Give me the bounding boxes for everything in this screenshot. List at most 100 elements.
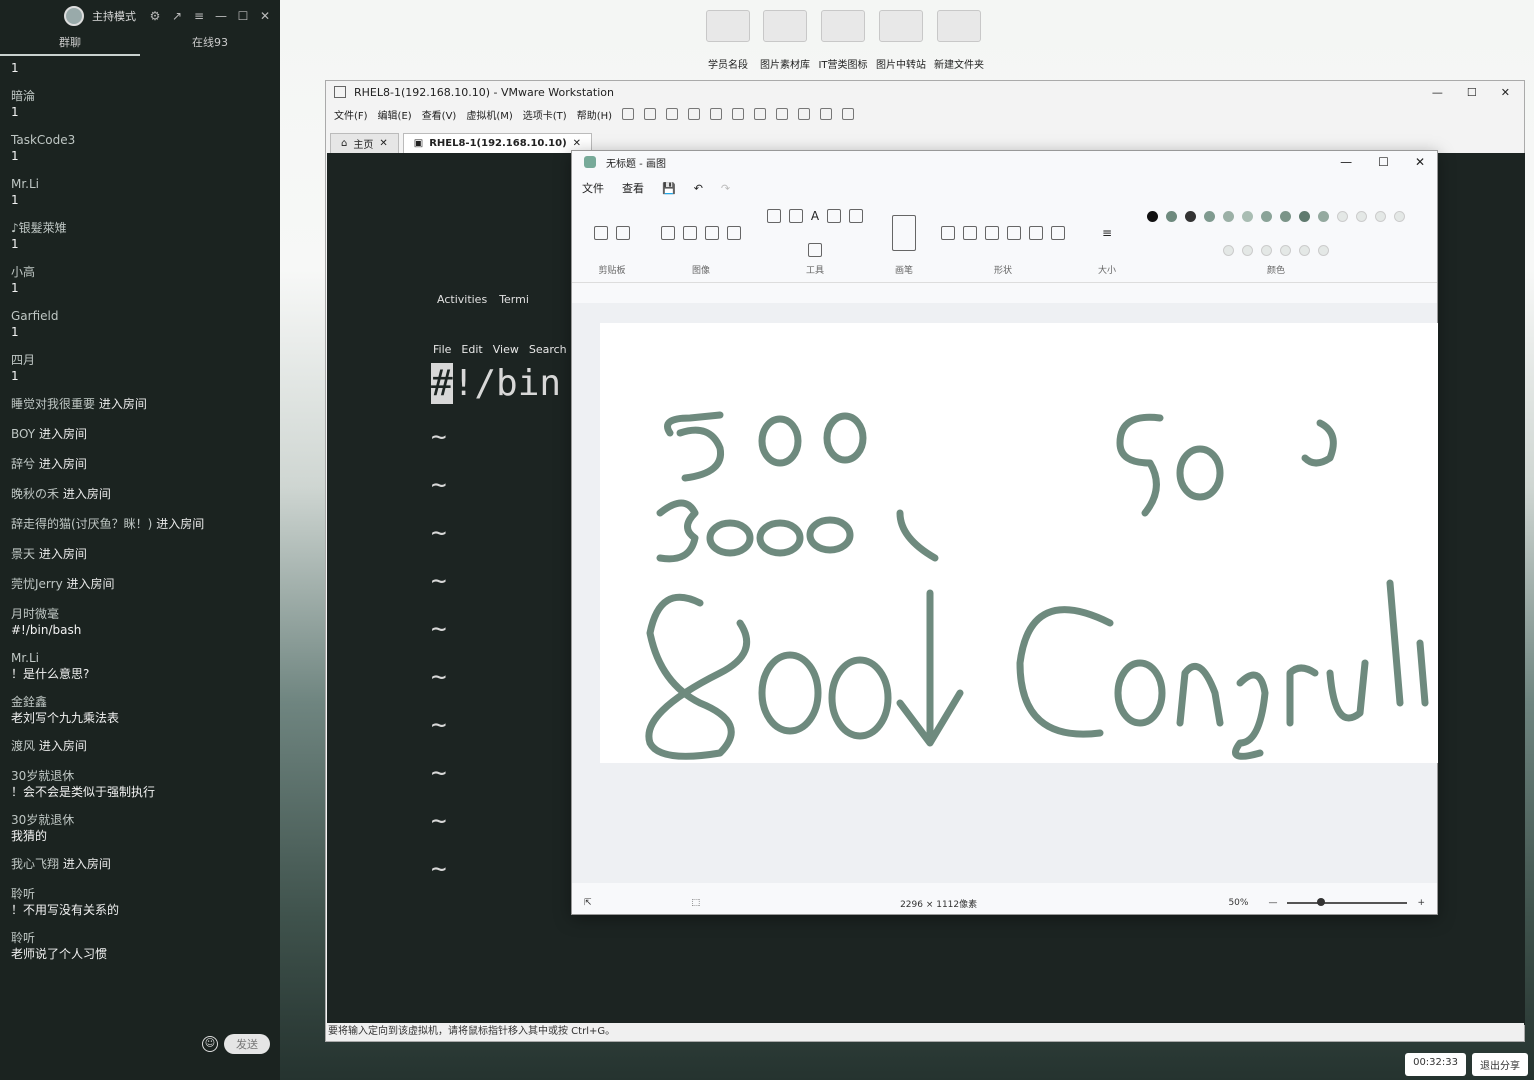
color-swatch[interactable] xyxy=(1261,210,1272,222)
color-swatch-empty[interactable] xyxy=(1356,210,1367,222)
color-swatch-empty[interactable] xyxy=(1223,244,1234,256)
minimize-icon[interactable]: — xyxy=(214,9,228,23)
text-tool-icon[interactable]: A xyxy=(811,209,819,223)
diamond-shape-icon[interactable] xyxy=(1029,226,1043,240)
color-swatch[interactable] xyxy=(1147,210,1158,222)
close-icon[interactable]: ✕ xyxy=(1501,86,1510,99)
color-swatch[interactable] xyxy=(1185,210,1196,222)
paint-ribbon: 剪贴板 图像 A 工具 画笔 形状 ≡ 大小 颜色 xyxy=(572,203,1437,283)
color-swatch[interactable] xyxy=(1223,210,1234,222)
menu-file[interactable]: 文件(F) xyxy=(334,107,368,122)
crop-icon[interactable] xyxy=(683,226,697,240)
color-swatch-empty[interactable] xyxy=(1375,210,1386,222)
save-icon[interactable]: 💾 xyxy=(662,182,676,195)
line-shape-icon[interactable] xyxy=(941,226,955,240)
redo-icon[interactable]: ↷ xyxy=(721,182,730,195)
color-swatch[interactable] xyxy=(1166,210,1177,222)
tab-group-chat[interactable]: 群聊 xyxy=(0,32,140,56)
resize-icon[interactable] xyxy=(705,226,719,240)
menu-tabs[interactable]: 选项卡(T) xyxy=(523,107,567,122)
color-swatch-empty[interactable] xyxy=(1318,244,1329,256)
color-swatch-empty[interactable] xyxy=(1299,244,1310,256)
minimize-icon[interactable]: — xyxy=(1340,155,1352,169)
desktop-shortcut[interactable]: 图片素材库 xyxy=(757,10,813,71)
zoom-slider[interactable] xyxy=(1287,898,1408,906)
color-swatch[interactable] xyxy=(1242,210,1253,222)
undo-icon[interactable]: ↶ xyxy=(694,182,703,195)
thumbnail-icon[interactable] xyxy=(754,108,767,120)
rotate-icon[interactable] xyxy=(727,226,741,240)
settings-icon[interactable]: ⚙ xyxy=(148,9,162,23)
arrow-shape-icon[interactable] xyxy=(1051,226,1065,240)
term-menu-search[interactable]: Search xyxy=(529,343,567,356)
send-ctrl-alt-del-icon[interactable] xyxy=(644,108,657,120)
close-icon[interactable]: ✕ xyxy=(258,9,272,23)
desktop-shortcut[interactable]: 学员名段 xyxy=(700,10,756,71)
triangle-shape-icon[interactable] xyxy=(1007,226,1021,240)
tab-vm[interactable]: ▣ RHEL8-1(192.168.10.10) ✕ xyxy=(402,133,593,153)
color-swatch-empty[interactable] xyxy=(1280,244,1291,256)
color-swatch[interactable] xyxy=(1204,210,1215,222)
fullscreen-icon[interactable] xyxy=(776,108,789,120)
snapshot-manager-icon[interactable] xyxy=(710,108,723,120)
send-button[interactable]: 发送 xyxy=(224,1034,270,1054)
color-swatch-empty[interactable] xyxy=(1242,244,1253,256)
emoji-icon[interactable]: ☺ xyxy=(202,1036,218,1052)
terminal-app-label[interactable]: Termi xyxy=(499,293,529,306)
minimize-icon[interactable]: — xyxy=(1432,86,1443,99)
menu-vm[interactable]: 虚拟机(M) xyxy=(466,107,512,122)
term-menu-file[interactable]: File xyxy=(433,343,451,356)
color-swatch-empty[interactable] xyxy=(1394,210,1405,222)
color-swatch-empty[interactable] xyxy=(1337,210,1348,222)
pause-icon[interactable] xyxy=(622,108,635,120)
eraser-icon[interactable] xyxy=(827,209,842,223)
close-icon[interactable]: ✕ xyxy=(1415,155,1425,169)
menu-icon[interactable]: ≡ xyxy=(192,9,206,23)
zoom-in-icon[interactable]: + xyxy=(1417,898,1425,908)
menu-help[interactable]: 帮助(H) xyxy=(577,107,612,122)
pencil-icon[interactable] xyxy=(766,209,781,223)
tab-home[interactable]: ⌂ 主页 ✕ xyxy=(330,133,399,153)
desktop-shortcut[interactable]: 新建文件夹 xyxy=(931,10,987,71)
close-icon[interactable]: ✕ xyxy=(379,138,387,149)
drawing-canvas[interactable] xyxy=(600,323,1438,763)
console-icon[interactable] xyxy=(820,108,833,120)
revert-snapshot-icon[interactable] xyxy=(688,108,701,120)
cut-icon[interactable] xyxy=(616,226,630,240)
maximize-icon[interactable]: ☐ xyxy=(1378,155,1389,169)
color-picker-icon[interactable] xyxy=(849,209,864,223)
term-menu-view[interactable]: View xyxy=(493,343,519,356)
exit-share-button[interactable]: 退出分享 xyxy=(1472,1053,1528,1076)
magnifier-icon[interactable] xyxy=(808,243,822,257)
paste-icon[interactable] xyxy=(594,226,608,240)
paint-menu-file[interactable]: 文件 xyxy=(582,180,604,196)
unity-icon[interactable] xyxy=(798,108,811,120)
brush-icon[interactable] xyxy=(892,215,916,251)
color-swatch[interactable] xyxy=(1280,210,1291,222)
menu-view[interactable]: 查看(V) xyxy=(422,107,457,122)
popout-icon[interactable]: ↗ xyxy=(170,9,184,23)
paint-menu-view[interactable]: 查看 xyxy=(622,180,644,196)
avatar[interactable] xyxy=(64,6,84,26)
size-icon[interactable]: ≡ xyxy=(1102,226,1112,240)
menu-edit[interactable]: 编辑(E) xyxy=(378,107,412,122)
rect-shape-icon[interactable] xyxy=(963,226,977,240)
tab-online[interactable]: 在线93 xyxy=(140,32,280,56)
zoom-out-icon[interactable]: — xyxy=(1268,898,1277,908)
maximize-icon[interactable]: ☐ xyxy=(1467,86,1477,99)
color-swatch-empty[interactable] xyxy=(1261,244,1272,256)
snapshot-icon[interactable] xyxy=(666,108,679,120)
desktop-shortcut[interactable]: 图片中转站 xyxy=(873,10,929,71)
stretch-icon[interactable] xyxy=(842,108,855,120)
select-icon[interactable] xyxy=(661,226,675,240)
sidebar-icon[interactable] xyxy=(732,108,745,120)
desktop-shortcut[interactable]: IT营类图标 xyxy=(815,10,871,71)
color-swatch[interactable] xyxy=(1318,210,1329,222)
fill-icon[interactable] xyxy=(788,209,803,223)
color-swatch[interactable] xyxy=(1299,210,1310,222)
maximize-icon[interactable]: ☐ xyxy=(236,9,250,23)
ellipse-shape-icon[interactable] xyxy=(985,226,999,240)
close-icon[interactable]: ✕ xyxy=(573,138,581,149)
term-menu-edit[interactable]: Edit xyxy=(461,343,482,356)
activities-button[interactable]: Activities xyxy=(437,293,487,306)
